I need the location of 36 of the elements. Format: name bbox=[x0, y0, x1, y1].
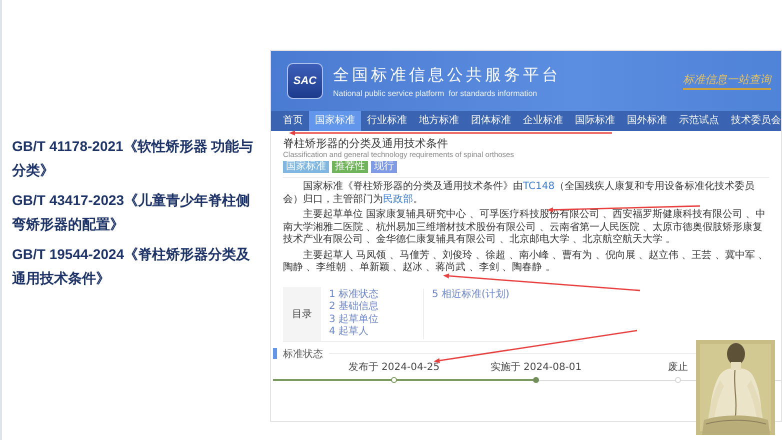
nav-tab[interactable]: 国外标准 bbox=[621, 111, 673, 131]
logo: SAC bbox=[287, 63, 323, 99]
standard-entry: GB/T 41178-2021《软性矫形器 功能与分类》 bbox=[12, 137, 254, 180]
milestone-label: 废止 bbox=[668, 360, 688, 374]
nav-tab[interactable]: 地方标准 bbox=[413, 111, 465, 131]
tag: 国家标准 bbox=[283, 161, 329, 173]
paragraph: 国家标准《脊柱矫形器的分类及通用技术条件》由TC148（全国残疾人康复和专用设备标准化技术委员会）归口，主管部门为民政部。 bbox=[283, 181, 756, 206]
paragraph: 主要起草人 马凤领 、马僮芳 、刘俊玲 、徐超 、南小峰 、曹有为 、倪向展 、赵立伟 、王芸 、冀中军 、陶静 、李维朝 、单新颖 、赵冰 、蒋尚武 、李剑 、陶春静 。 bbox=[283, 250, 769, 274]
link[interactable]: 民政部 bbox=[383, 194, 413, 204]
nav-tab[interactable]: 国家标准 bbox=[309, 111, 361, 131]
contents-link[interactable]: 5 相近标准(计划) bbox=[432, 288, 522, 301]
contents-link[interactable]: 2 基础信息 bbox=[329, 301, 419, 314]
nav-tab[interactable]: 示范试点 bbox=[673, 111, 725, 131]
contents-link[interactable]: 1 标准状态 bbox=[329, 288, 419, 301]
tag: 现行 bbox=[371, 161, 397, 173]
nav-tab[interactable]: 团体标准 bbox=[465, 111, 517, 131]
standard-entry: GB/T 43417-2023《儿童青少年脊柱侧弯矫形器的配置》 bbox=[12, 191, 252, 234]
nav-tab[interactable]: 技术委员会 bbox=[725, 111, 781, 131]
standard-entry: GB/T 19544-2024《脊柱矫形器分类及通用技术条件》 bbox=[12, 245, 252, 288]
heading-marker bbox=[273, 348, 277, 359]
contents-link[interactable]: 3 起草单位 bbox=[329, 314, 419, 326]
standard-title: 脊柱矫形器的分类及通用技术条件 bbox=[283, 137, 449, 150]
milestone-label: 发布于 2024-04-25 bbox=[348, 360, 440, 374]
platform-name: 全国标准信息公共服务平台 bbox=[333, 64, 561, 86]
nav-tab[interactable]: 首页 bbox=[277, 111, 309, 131]
contents-label: 目录 bbox=[283, 286, 321, 340]
section-heading: 标准状态 bbox=[283, 348, 323, 360]
slogan: 标准信息一站查询 bbox=[683, 72, 771, 90]
tag: 推荐性 bbox=[332, 161, 368, 173]
nav-tab[interactable]: 行业标准 bbox=[361, 111, 413, 131]
link[interactable]: TC148 bbox=[523, 181, 555, 192]
nav-tab[interactable]: 企业标准 bbox=[517, 111, 569, 131]
platform-name-english: National public service platform for standards information bbox=[333, 88, 538, 98]
contents-link[interactable]: 4 起草人 bbox=[329, 326, 419, 338]
milestone-label: 实施于 2024-08-01 bbox=[490, 360, 582, 374]
nav-tab[interactable]: 国际标准 bbox=[569, 111, 621, 131]
